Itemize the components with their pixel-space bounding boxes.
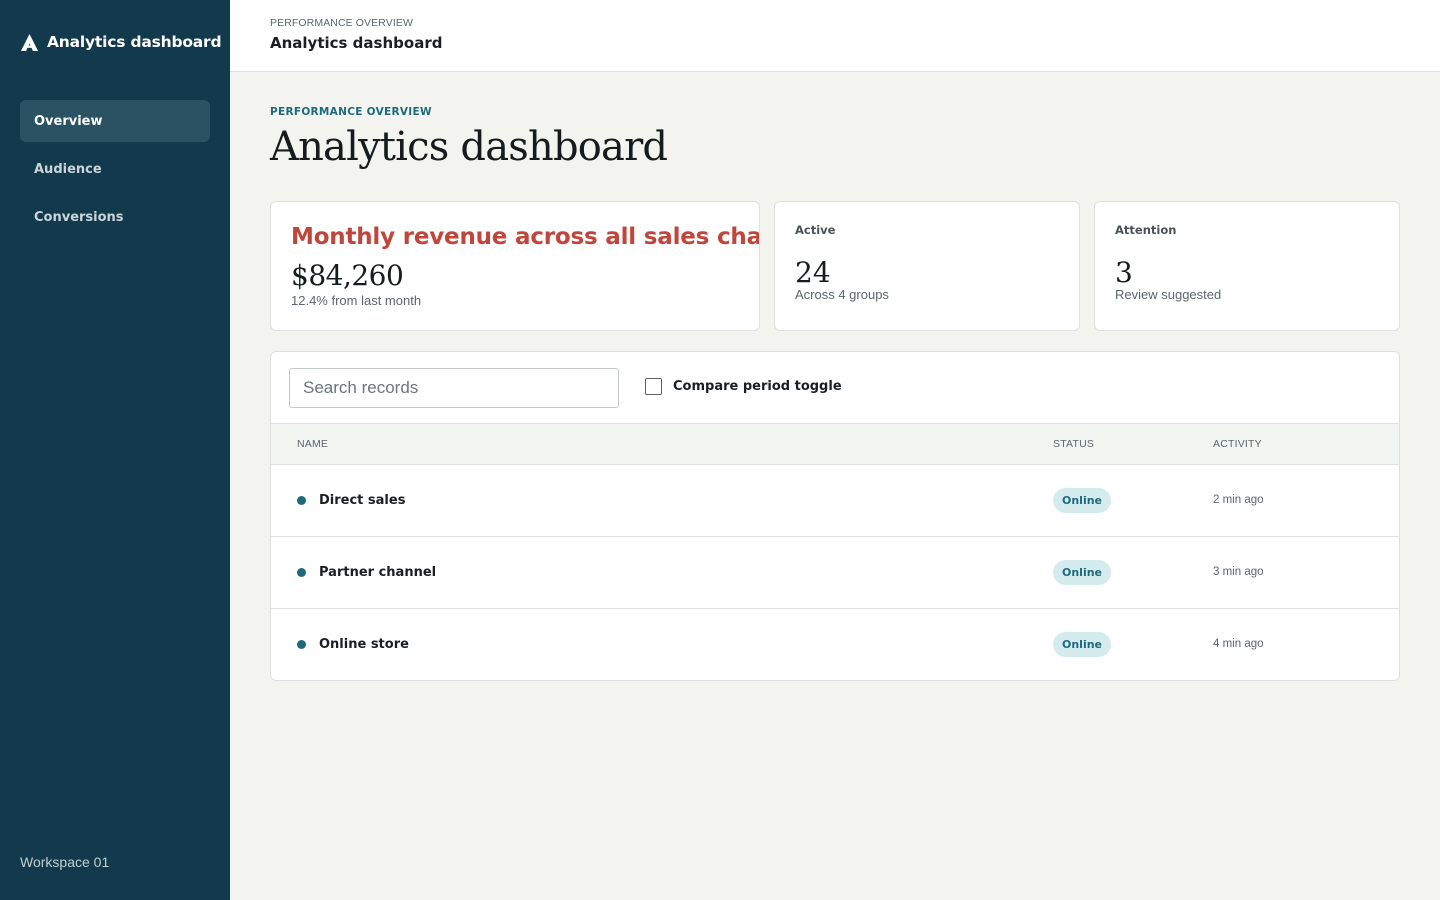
page-title: Analytics dashboard xyxy=(270,124,668,170)
table-row[interactable]: Online store Online 4 min ago xyxy=(271,609,1399,680)
brand-name: Analytics dashboard xyxy=(47,33,222,51)
revenue-change: 12.4% from last month xyxy=(291,293,422,308)
logo-a-icon xyxy=(20,33,39,51)
attention-card: Attention 3 Review suggested xyxy=(1094,201,1400,331)
page-eyebrow: PERFORMANCE OVERVIEW xyxy=(270,106,432,118)
row-activity: 3 min ago xyxy=(1213,566,1264,578)
compare-toggle-label: Compare period toggle xyxy=(673,379,842,394)
table-header: NAME STATUS ACTIVITY xyxy=(271,423,1399,465)
revenue-card: Monthly revenue across all sales channel… xyxy=(270,201,760,331)
active-label: Active xyxy=(795,223,836,237)
table-row[interactable]: Direct sales Online 2 min ago xyxy=(271,465,1399,537)
active-value: 24 xyxy=(795,256,831,289)
topbar-title: Analytics dashboard xyxy=(270,34,443,52)
status-dot-icon xyxy=(297,568,306,577)
status-dot-icon xyxy=(297,496,306,505)
row-name: Direct sales xyxy=(319,493,406,508)
compare-period-toggle[interactable]: Compare period toggle xyxy=(645,378,842,395)
row-name: Partner channel xyxy=(319,565,437,580)
row-activity: 2 min ago xyxy=(1213,494,1264,506)
sidebar: Analytics dashboard Overview Audience Co… xyxy=(0,0,230,900)
sidebar-nav: Overview Audience Conversions xyxy=(20,100,210,244)
table-body: Direct sales Online 2 min ago Partner ch… xyxy=(271,465,1399,680)
attention-value: 3 xyxy=(1115,256,1133,289)
revenue-label: Monthly revenue across all sales channel… xyxy=(291,224,759,250)
revenue-value: $84,260 xyxy=(291,259,404,292)
brand[interactable]: Analytics dashboard xyxy=(20,31,222,53)
attention-sub: Review suggested xyxy=(1115,287,1222,302)
sidebar-item-overview[interactable]: Overview xyxy=(20,100,210,142)
sidebar-item-conversions[interactable]: Conversions xyxy=(20,196,210,238)
active-sub: Across 4 groups xyxy=(795,287,889,302)
status-badge: Online xyxy=(1053,488,1112,513)
topbar: PERFORMANCE OVERVIEW Analytics dashboard xyxy=(230,0,1440,72)
column-header-status[interactable]: STATUS xyxy=(1053,438,1094,450)
sidebar-item-audience[interactable]: Audience xyxy=(20,148,210,190)
row-activity: 4 min ago xyxy=(1213,638,1264,650)
status-badge: Online xyxy=(1053,632,1112,657)
status-badge: Online xyxy=(1053,560,1112,585)
topbar-eyebrow: PERFORMANCE OVERVIEW xyxy=(270,17,413,29)
records-panel: Compare period toggle NAME STATUS ACTIVI… xyxy=(270,351,1400,681)
compare-checkbox[interactable] xyxy=(645,378,662,395)
attention-label: Attention xyxy=(1115,223,1177,237)
workspace-label: Workspace 01 xyxy=(20,854,110,870)
status-dot-icon xyxy=(297,640,306,649)
column-header-activity[interactable]: ACTIVITY xyxy=(1213,438,1262,450)
row-name: Online store xyxy=(319,637,409,652)
column-header-name[interactable]: NAME xyxy=(297,438,328,450)
table-row[interactable]: Partner channel Online 3 min ago xyxy=(271,537,1399,609)
active-card: Active 24 Across 4 groups xyxy=(774,201,1080,331)
search-input[interactable] xyxy=(289,368,619,408)
